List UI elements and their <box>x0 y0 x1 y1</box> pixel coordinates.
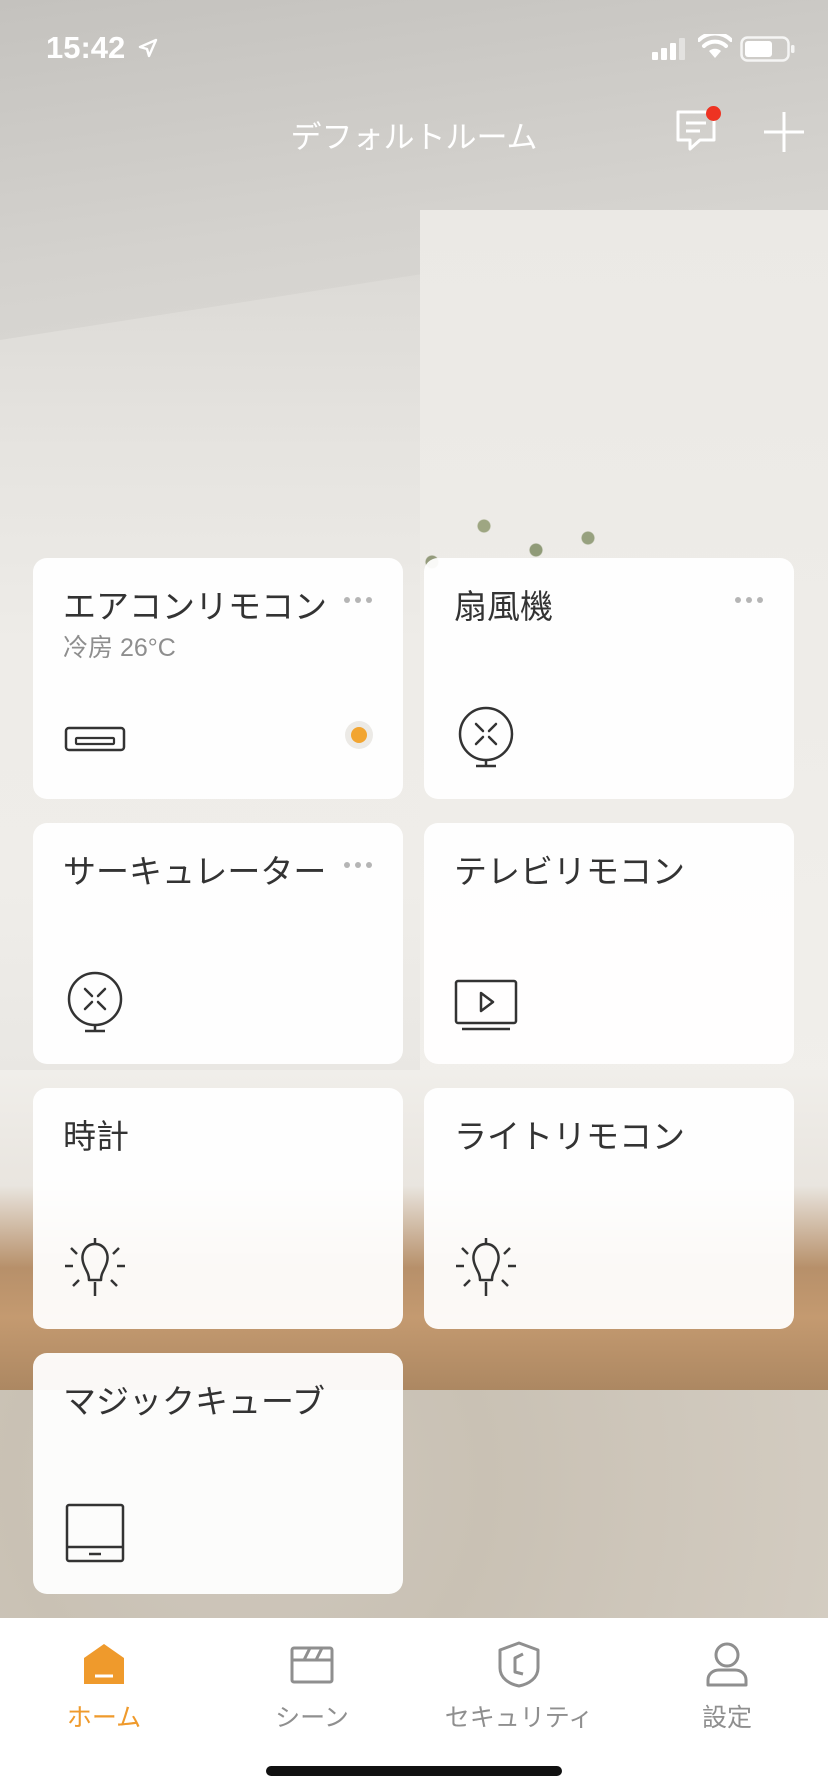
tab-settings[interactable]: 設定 <box>652 1640 802 1750</box>
tv-icon <box>454 979 518 1031</box>
device-card-circulator[interactable]: サーキュレーター <box>33 823 403 1064</box>
device-card-aircon[interactable]: エアコンリモコン 冷房 26°C <box>33 558 403 799</box>
device-name: ライトリモコン <box>454 1118 685 1155</box>
device-name: マジックキューブ <box>63 1383 326 1420</box>
tab-label: シーン <box>275 1704 349 1732</box>
tab-scene[interactable]: シーン <box>237 1640 387 1750</box>
user-profile-icon <box>706 1642 748 1687</box>
scene-clapper-icon <box>290 1646 334 1684</box>
home-icon <box>84 1644 124 1684</box>
tab-security[interactable]: セキュリティ <box>444 1640 594 1750</box>
light-bulb-icon <box>65 1238 125 1296</box>
tab-label: ホーム <box>66 1704 142 1732</box>
cellular-signal-icon <box>652 38 685 60</box>
notification-badge <box>706 106 721 121</box>
security-shield-icon <box>498 1641 540 1688</box>
tab-home[interactable]: ホーム <box>29 1640 179 1750</box>
air-conditioner-icon <box>64 726 126 752</box>
device-name: エアコンリモコン <box>63 588 327 625</box>
more-options-icon[interactable] <box>343 596 373 604</box>
tab-label: セキュリティ <box>444 1704 594 1732</box>
device-name: サーキュレーター <box>63 853 327 890</box>
device-name: 時計 <box>63 1118 129 1155</box>
cube-device-icon <box>65 1503 125 1563</box>
home-indicator[interactable] <box>266 1766 562 1776</box>
more-options-icon[interactable] <box>734 596 764 604</box>
status-time: 15:42 <box>46 30 126 65</box>
device-card-tv[interactable]: テレビリモコン <box>424 823 794 1064</box>
battery-icon <box>740 36 795 62</box>
device-card-light[interactable]: ライトリモコン <box>424 1088 794 1329</box>
more-options-icon[interactable] <box>343 861 373 869</box>
fan-icon <box>458 706 514 768</box>
device-card-fan[interactable]: 扇風機 <box>424 558 794 799</box>
device-name: テレビリモコン <box>454 853 685 890</box>
plus-icon[interactable] <box>760 108 808 156</box>
device-status: 冷房 26°C <box>63 634 176 662</box>
tab-label: 設定 <box>701 1704 752 1732</box>
device-name: 扇風機 <box>454 588 553 625</box>
device-card-magic-cube[interactable]: マジックキューブ <box>33 1353 403 1594</box>
light-bulb-icon <box>456 1238 516 1296</box>
location-arrow-icon <box>138 38 158 58</box>
fan-icon <box>67 971 123 1033</box>
device-card-clock[interactable]: 時計 <box>33 1088 403 1329</box>
wifi-icon <box>698 34 732 58</box>
status-bar: 15:42 <box>0 0 828 100</box>
power-toggle[interactable] <box>345 721 373 749</box>
